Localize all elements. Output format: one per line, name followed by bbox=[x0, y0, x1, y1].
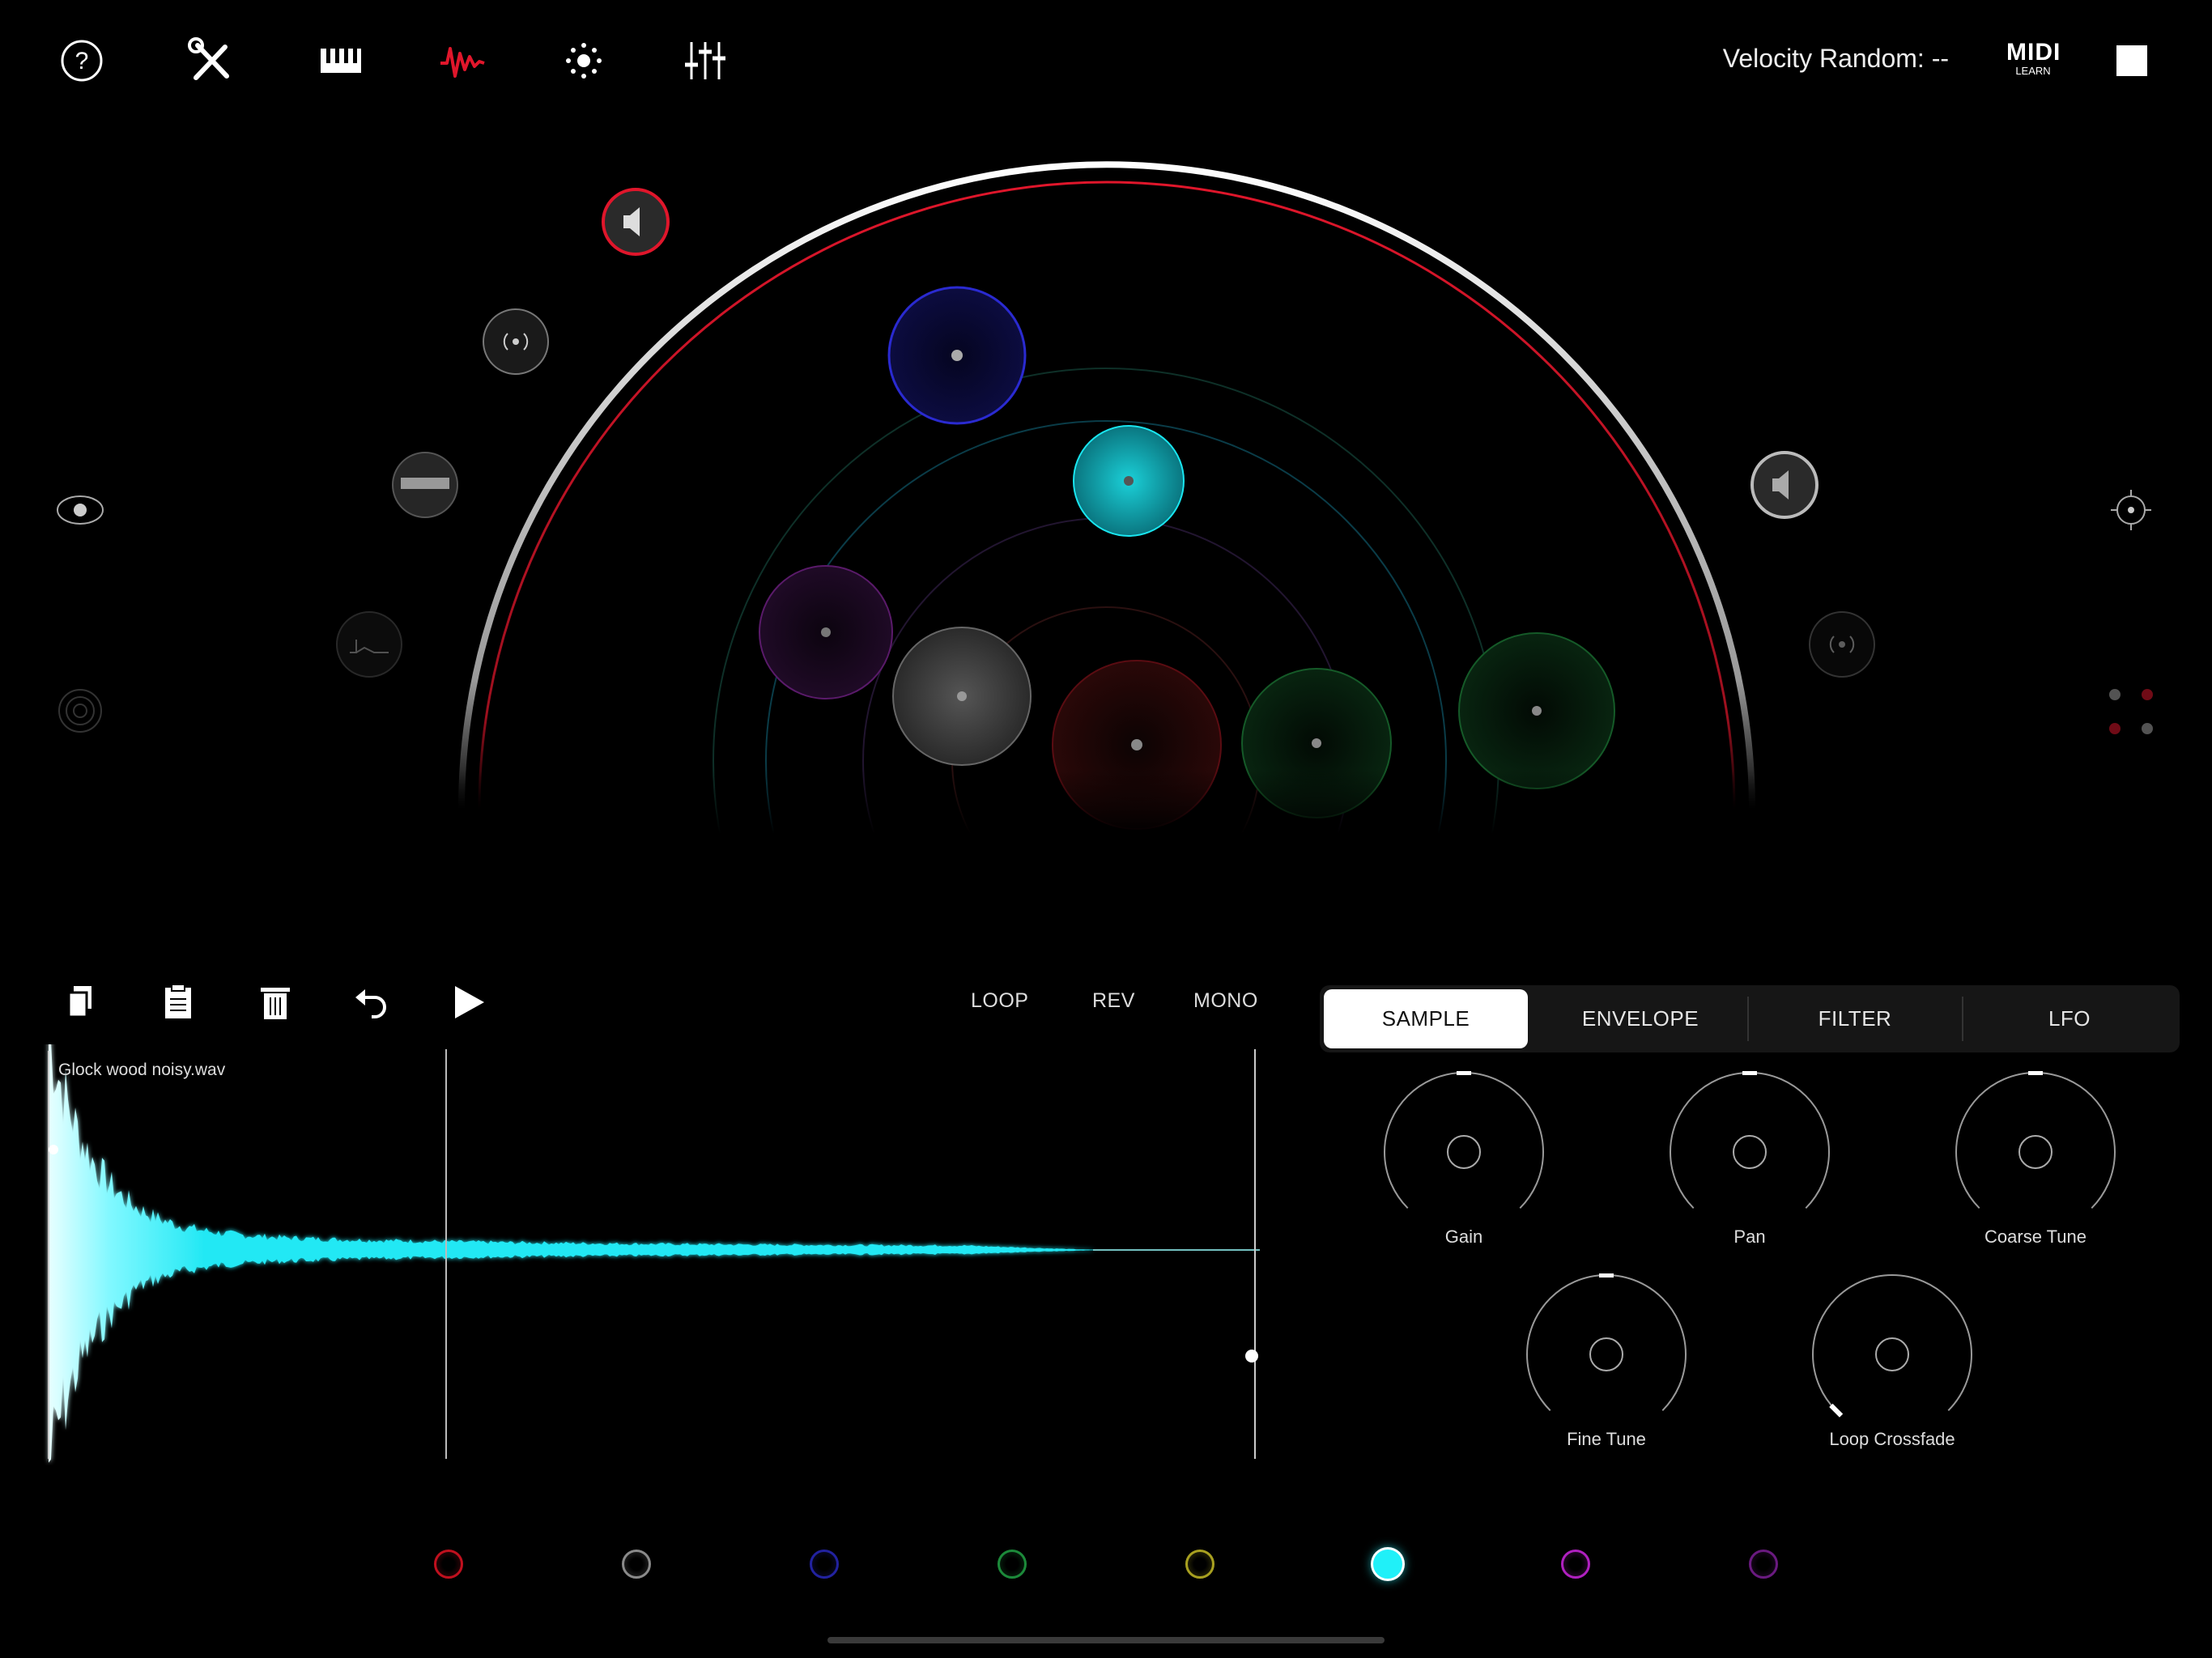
knob-indicator bbox=[1457, 1070, 1471, 1075]
velocity-random-label[interactable]: Velocity Random: -- bbox=[1723, 44, 1949, 74]
eye-icon bbox=[57, 495, 104, 525]
knob-hub bbox=[2018, 1135, 2052, 1169]
loop-toggle[interactable]: LOOP bbox=[971, 989, 1028, 1013]
orbit-stage[interactable] bbox=[0, 146, 2212, 834]
voice-color-grey[interactable] bbox=[622, 1550, 651, 1579]
fine-tune-knob-label: Fine Tune bbox=[1567, 1429, 1646, 1449]
stop-icon[interactable] bbox=[2116, 45, 2147, 76]
gain-knob[interactable]: Gain bbox=[1375, 1070, 1553, 1257]
speaker-red-button bbox=[602, 188, 670, 256]
voice-color-green[interactable] bbox=[998, 1550, 1027, 1579]
knob-indicator bbox=[2028, 1070, 2043, 1075]
voice-color-cyan[interactable] bbox=[1373, 1550, 1402, 1579]
help-icon[interactable]: ? bbox=[53, 32, 110, 89]
start-marker-handle bbox=[49, 1145, 58, 1154]
play-icon[interactable] bbox=[447, 980, 492, 1025]
voice-orb-cyan-dot bbox=[1124, 476, 1134, 486]
knob-track bbox=[1384, 1072, 1544, 1209]
svg-text:?: ? bbox=[75, 48, 89, 74]
knob-track bbox=[1812, 1274, 1972, 1412]
parameter-tabs: SAMPLE ENVELOPE FILTER LFO bbox=[1320, 985, 2180, 1052]
speaker-button bbox=[1750, 451, 1819, 519]
waveform-display[interactable] bbox=[32, 1044, 1263, 1465]
voice-color-purple[interactable] bbox=[1749, 1550, 1778, 1579]
tools-icon[interactable] bbox=[183, 32, 240, 89]
crosshair-icon bbox=[2111, 490, 2151, 530]
tab-envelope[interactable]: ENVELOPE bbox=[1538, 985, 1742, 1052]
knob-hub bbox=[1733, 1135, 1767, 1169]
ruler-icon bbox=[392, 452, 458, 518]
tab-divider bbox=[1962, 997, 1963, 1041]
voice-orb-dark-green-dot bbox=[1532, 706, 1542, 716]
voice-orb-green-dot bbox=[1312, 738, 1321, 748]
broadcast-right-icon bbox=[1809, 611, 1875, 678]
sample-file-name: Glock wood noisy.wav bbox=[58, 1061, 226, 1079]
knob-indicator bbox=[1829, 1403, 1844, 1418]
loop-crossfade-knob[interactable]: Loop Crossfade bbox=[1803, 1273, 1981, 1460]
voice-orb-red-dot bbox=[1131, 739, 1142, 750]
mono-toggle[interactable]: MONO bbox=[1193, 989, 1258, 1013]
gain-knob-label: Gain bbox=[1444, 1226, 1483, 1247]
coarse-tune-knob-label: Coarse Tune bbox=[1984, 1226, 2087, 1247]
waveform-shape bbox=[49, 1044, 1093, 1463]
voice-orb-purple-dot bbox=[821, 627, 831, 637]
broadcast-icon bbox=[483, 308, 549, 375]
midi-learn-button[interactable]: MIDI LEARN bbox=[2006, 40, 2060, 81]
voice-color-red[interactable] bbox=[434, 1550, 463, 1579]
knob-indicator bbox=[1742, 1070, 1757, 1075]
target-rings-icon bbox=[58, 689, 102, 733]
reverse-toggle[interactable]: REV bbox=[1092, 989, 1135, 1013]
mixer-icon[interactable] bbox=[677, 32, 734, 89]
loop-crossfade-knob-label: Loop Crossfade bbox=[1829, 1429, 1955, 1449]
undo-icon[interactable] bbox=[349, 980, 394, 1025]
knob-indicator bbox=[1599, 1273, 1614, 1278]
knob-hub bbox=[1589, 1337, 1623, 1371]
coarse-tune-knob[interactable]: Coarse Tune bbox=[1946, 1070, 2125, 1257]
tab-filter[interactable]: FILTER bbox=[1753, 985, 1957, 1052]
voice-orb-grey-dot bbox=[957, 691, 967, 701]
voice-orb-blue-dot bbox=[951, 350, 963, 361]
delete-icon[interactable] bbox=[253, 980, 298, 1025]
envelope-graph-icon bbox=[336, 611, 402, 678]
knob-track bbox=[1526, 1274, 1687, 1412]
waveform-icon[interactable] bbox=[434, 32, 491, 89]
knob-track bbox=[1670, 1072, 1830, 1209]
route-dots-icon bbox=[2109, 689, 2153, 734]
voice-color-magenta[interactable] bbox=[1561, 1550, 1590, 1579]
piano-icon[interactable] bbox=[313, 32, 369, 89]
pan-knob[interactable]: Pan bbox=[1661, 1070, 1839, 1257]
voice-color-blue[interactable] bbox=[810, 1550, 839, 1579]
paste-icon[interactable] bbox=[155, 980, 201, 1025]
tab-lfo[interactable]: LFO bbox=[1967, 985, 2172, 1052]
tab-sample[interactable]: SAMPLE bbox=[1324, 989, 1528, 1048]
knob-hub bbox=[1875, 1337, 1909, 1371]
light-icon[interactable] bbox=[555, 32, 612, 89]
midi-learn-word: MIDI bbox=[2006, 39, 2061, 66]
end-marker-handle bbox=[1245, 1350, 1258, 1363]
fine-tune-knob[interactable]: Fine Tune bbox=[1517, 1273, 1695, 1460]
pan-knob-label: Pan bbox=[1733, 1226, 1766, 1247]
knob-track bbox=[1955, 1072, 2116, 1209]
knob-hub bbox=[1447, 1135, 1481, 1169]
copy-icon[interactable] bbox=[59, 980, 104, 1025]
voice-color-yellow[interactable] bbox=[1185, 1550, 1214, 1579]
home-indicator bbox=[827, 1637, 1385, 1643]
midi-learn-subword: LEARN bbox=[2015, 65, 2051, 77]
tab-divider bbox=[1747, 997, 1749, 1041]
